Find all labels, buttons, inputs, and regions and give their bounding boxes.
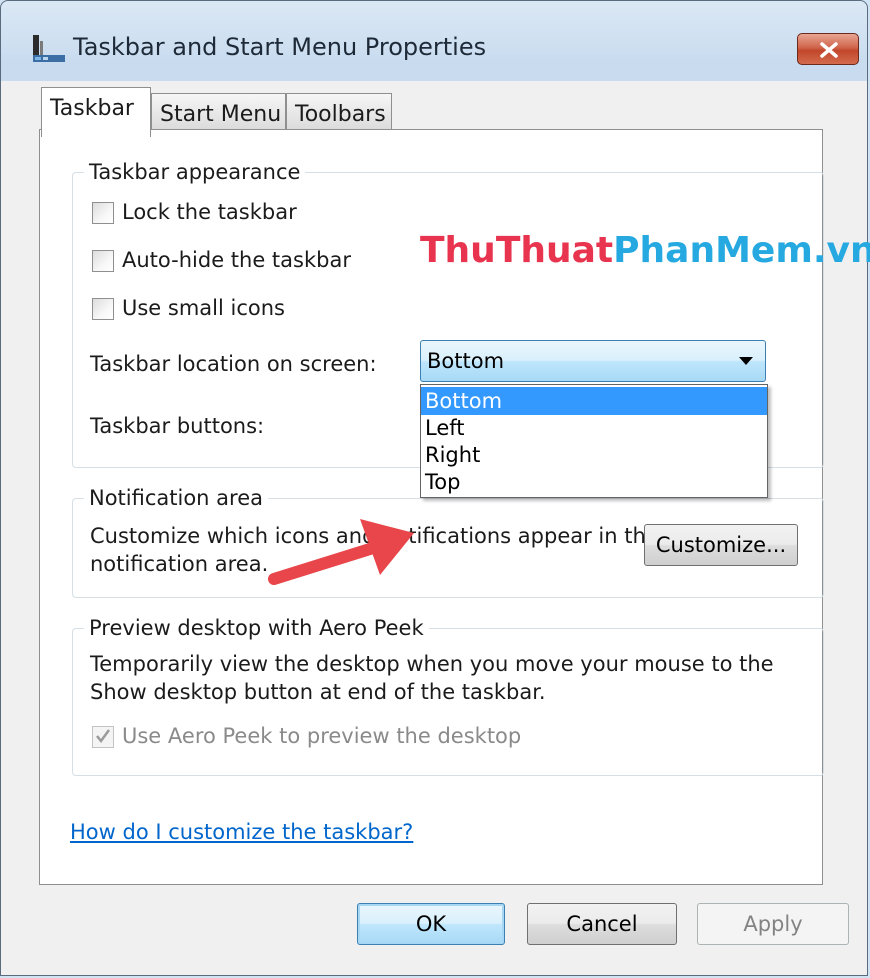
taskbar-location-dropdown-list: Bottom Left Right Top (420, 384, 768, 498)
tab-toolbars-label: Toolbars (295, 102, 386, 127)
taskbar-location-label: Taskbar location on screen: (90, 352, 377, 376)
taskbar-buttons-label: Taskbar buttons: (90, 414, 265, 438)
location-option-top[interactable]: Top (421, 468, 767, 496)
tab-taskbar-label: Taskbar (50, 96, 134, 121)
help-customize-taskbar-link[interactable]: How do I customize the taskbar? (70, 820, 413, 844)
properties-window: Taskbar and Start Menu Properties Taskba… (0, 0, 870, 976)
annotation-arrow-icon (268, 519, 414, 585)
aero-peek-checkbox-label[interactable]: Use Aero Peek to preview the desktop (122, 724, 521, 748)
close-icon (820, 42, 838, 58)
taskbar-appearance-title: Taskbar appearance (84, 160, 306, 184)
aero-peek-desc-line2: Show desktop button at end of the taskba… (90, 680, 546, 704)
dialog-client-area: Taskbar Start Menu Toolbars ThuThuatPhan… (1, 81, 870, 975)
small-icons-checkbox[interactable] (92, 298, 114, 320)
close-button[interactable] (797, 33, 859, 65)
dropdown-arrow-icon (739, 357, 753, 365)
taskbar-location-combobox[interactable]: Bottom (420, 340, 766, 382)
tab-start-menu[interactable]: Start Menu (151, 93, 286, 129)
watermark-logo: ThuThuatPhanMem.vn (420, 230, 870, 271)
aero-peek-desc-line1: Temporarily view the desktop when you mo… (90, 652, 774, 676)
apply-button[interactable]: Apply (697, 903, 849, 945)
small-icons-label[interactable]: Use small icons (122, 296, 285, 320)
lock-taskbar-label[interactable]: Lock the taskbar (122, 200, 297, 224)
tab-toolbars[interactable]: Toolbars (286, 93, 392, 129)
location-option-left[interactable]: Left (421, 414, 767, 442)
ok-button[interactable]: OK (357, 903, 505, 945)
lock-taskbar-checkbox[interactable] (92, 202, 114, 224)
location-option-right[interactable]: Right (421, 441, 767, 469)
tab-taskbar[interactable]: Taskbar (41, 87, 151, 137)
tab-start-menu-label: Start Menu (160, 102, 282, 127)
taskbar-tab-panel: ThuThuatPhanMem.vn Taskbar appearance Lo… (39, 129, 870, 885)
window-title: Taskbar and Start Menu Properties (73, 33, 487, 61)
taskbar-app-icon (31, 33, 67, 63)
aero-peek-checkbox[interactable] (92, 726, 114, 748)
customize-button[interactable]: Customize... (644, 524, 798, 566)
checkmark-icon (96, 729, 111, 744)
auto-hide-checkbox[interactable] (92, 250, 114, 272)
auto-hide-label[interactable]: Auto-hide the taskbar (122, 248, 351, 272)
notification-desc-line2: notification area. (90, 552, 269, 576)
aero-peek-title: Preview desktop with Aero Peek (84, 616, 429, 640)
title-bar[interactable]: Taskbar and Start Menu Properties (1, 1, 867, 81)
notification-area-title: Notification area (84, 486, 268, 510)
location-option-bottom[interactable]: Bottom (421, 387, 767, 415)
watermark-part2: PhanMem.vn (613, 230, 870, 271)
taskbar-location-value: Bottom (427, 349, 505, 373)
watermark-part1: ThuThuat (420, 230, 614, 271)
cancel-button[interactable]: Cancel (527, 903, 677, 945)
